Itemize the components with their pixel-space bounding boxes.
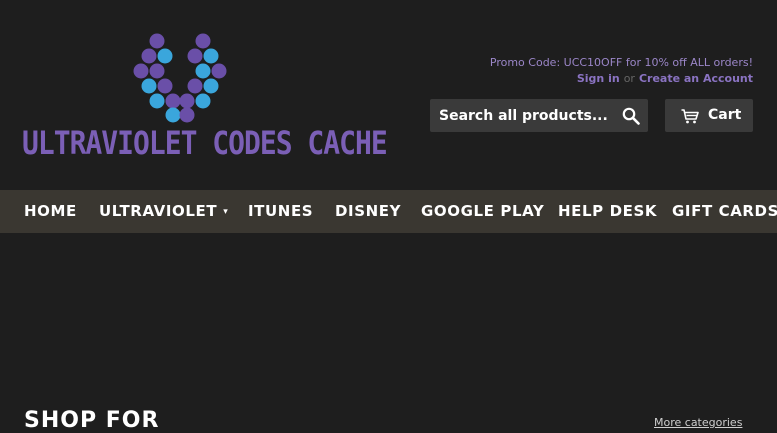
search-form (430, 99, 648, 132)
main-nav: HOME ULTRAVIOLET ▾ ITUNES DISNEY GOOGLE P… (0, 190, 777, 233)
nav-item-ultraviolet[interactable]: ULTRAVIOLET ▾ (99, 202, 228, 220)
nav-item-gift-cards[interactable]: GIFT CARDS (672, 202, 777, 220)
or-separator: or (623, 72, 635, 85)
account-links: Sign in or Create an Account (490, 71, 753, 87)
nav-item-disney[interactable]: DISNEY (335, 202, 401, 220)
nav-item-home[interactable]: HOME (24, 202, 77, 220)
nav-item-help-desk[interactable]: HELP DESK (558, 202, 657, 220)
chevron-down-icon: ▾ (223, 207, 229, 217)
cart-label: Cart (708, 107, 742, 123)
nav-item-label: ULTRAVIOLET (99, 202, 218, 220)
cart-button[interactable]: Cart (665, 99, 753, 132)
promo-block: Promo Code: UCC10OFF for 10% off ALL ord… (490, 55, 753, 87)
logo-dots-icon (133, 33, 227, 123)
promo-code-text: Promo Code: UCC10OFF for 10% off ALL ord… (489, 56, 753, 69)
search-input[interactable] (430, 99, 610, 132)
main-content (0, 233, 777, 423)
cart-icon (681, 109, 699, 124)
create-account-link[interactable]: Create an Account (639, 72, 753, 85)
logo-text: ULTRAVIOLET CODES CACHE (22, 124, 388, 162)
site-header: ULTRAVIOLET CODES CACHE Promo Code: UCC1… (0, 0, 777, 190)
site-logo[interactable]: ULTRAVIOLET CODES CACHE (22, 32, 388, 162)
section-title: SHOP FOR (24, 408, 160, 433)
nav-item-itunes[interactable]: ITUNES (248, 202, 313, 220)
nav-item-google-play[interactable]: GOOGLE PLAY (421, 202, 544, 220)
search-icon[interactable] (622, 107, 640, 125)
sign-in-link[interactable]: Sign in (577, 72, 620, 85)
